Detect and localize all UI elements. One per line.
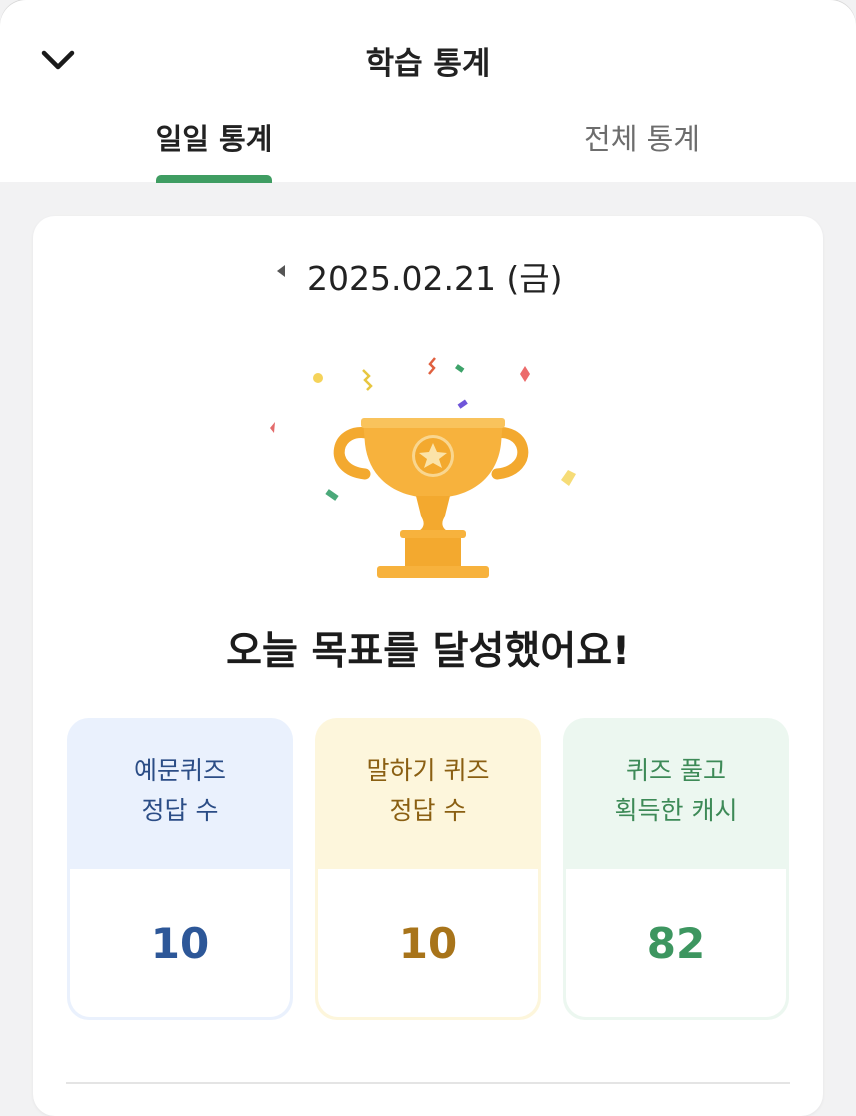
stat-card-speaking-quiz: 말하기 퀴즈 정답 수 10 xyxy=(315,718,541,1020)
tab-label: 전체 통계 xyxy=(584,122,700,156)
stat-card-example-quiz: 예문퀴즈 정답 수 10 xyxy=(67,718,293,1020)
caret-left-icon[interactable] xyxy=(271,260,293,282)
stat-label-box: 퀴즈 풀고 획득한 캐시 xyxy=(563,718,789,869)
stat-value-box: 10 xyxy=(318,869,538,1017)
active-tab-indicator xyxy=(156,175,272,183)
tab-bar: 일일 통계 전체 통계 xyxy=(0,106,856,183)
stat-value: 82 xyxy=(646,918,706,968)
header: 학습 통계 xyxy=(0,24,856,94)
tab-total-stats[interactable]: 전체 통계 xyxy=(428,106,856,182)
tab-daily-stats[interactable]: 일일 통계 xyxy=(0,106,428,182)
daily-stats-card: 2025.02.21 (금) 오늘 목표를 달성했어요! 예문퀴즈 정답 수 1… xyxy=(33,216,823,1116)
goal-achieved-message: 오늘 목표를 달성했어요! xyxy=(226,629,630,674)
stat-label: 예문퀴즈 정답 수 xyxy=(133,755,226,825)
stat-value-box: 10 xyxy=(70,869,290,1017)
stat-value: 10 xyxy=(398,918,458,968)
stat-label: 퀴즈 풀고 획득한 캐시 xyxy=(614,755,738,825)
date-selector: 2025.02.21 (금) xyxy=(33,252,823,298)
header-panel: 학습 통계 일일 통계 전체 통계 xyxy=(0,0,856,183)
page-title: 학습 통계 xyxy=(365,46,491,82)
date-label: 2025.02.21 (금) xyxy=(307,259,563,298)
trophy-illustration xyxy=(253,346,593,586)
stat-value-box: 82 xyxy=(566,869,786,1017)
trophy-icon xyxy=(270,357,576,578)
stat-card-earned-cash: 퀴즈 풀고 획득한 캐시 82 xyxy=(563,718,789,1020)
stat-label-box: 말하기 퀴즈 정답 수 xyxy=(315,718,541,869)
divider xyxy=(66,1082,790,1084)
stat-label: 말하기 퀴즈 정답 수 xyxy=(366,755,490,825)
stat-value: 10 xyxy=(150,918,210,968)
tab-label: 일일 통계 xyxy=(155,122,273,156)
stat-label-box: 예문퀴즈 정답 수 xyxy=(67,718,293,869)
